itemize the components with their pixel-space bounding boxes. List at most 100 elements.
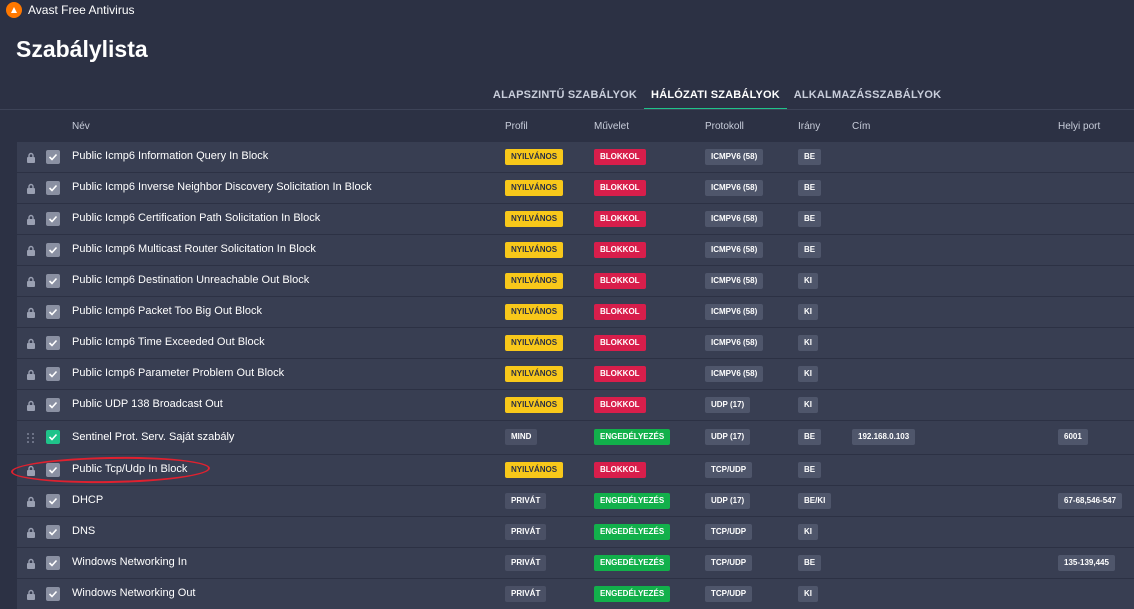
lock-icon	[25, 526, 37, 538]
table-row[interactable]: DNS PRIVÁT ENGEDÉLYEZÉS TCP/UDP KI	[17, 517, 1134, 547]
protocol-badge: ICMPV6 (58)	[705, 273, 764, 289]
rule-enabled-checkbox[interactable]	[46, 463, 60, 477]
tab-divider	[0, 109, 1134, 110]
rule-enabled-checkbox[interactable]	[46, 367, 60, 381]
profile-badge: PRIVÁT	[505, 586, 547, 602]
profile-badge: NYILVÁNOS	[505, 242, 564, 258]
profile-badge: PRIVÁT	[505, 555, 547, 571]
tab-basic-rules[interactable]: ALAPSZINTŰ SZABÁLYOK	[490, 82, 640, 110]
rule-name: Windows Networking Out	[72, 587, 196, 599]
rule-enabled-checkbox[interactable]	[46, 336, 60, 350]
column-header-action[interactable]: Művelet	[594, 121, 629, 132]
protocol-badge: ICMPV6 (58)	[705, 180, 764, 196]
action-badge: ENGEDÉLYEZÉS	[594, 586, 671, 602]
protocol-badge: UDP (17)	[705, 429, 751, 445]
rule-name: Public Icmp6 Multicast Router Solicitati…	[72, 243, 316, 255]
table-row[interactable]: Public Icmp6 Inverse Neighbor Discovery …	[17, 173, 1134, 203]
table-row[interactable]: Public Icmp6 Information Query In Block N…	[17, 142, 1134, 172]
table-row[interactable]: Public Icmp6 Destination Unreachable Out…	[17, 266, 1134, 296]
protocol-badge: TCP/UDP	[705, 555, 753, 571]
column-header-address[interactable]: Cím	[852, 121, 870, 132]
protocol-badge: ICMPV6 (58)	[705, 242, 764, 258]
protocol-badge: ICMPV6 (58)	[705, 366, 764, 382]
rule-enabled-checkbox[interactable]	[46, 243, 60, 257]
action-badge: BLOKKOL	[594, 304, 646, 320]
tab-bar: ALAPSZINTŰ SZABÁLYOK HÁLÓZATI SZABÁLYOK …	[0, 82, 1134, 110]
table-row[interactable]: Public Icmp6 Certification Path Solicita…	[17, 204, 1134, 234]
rule-enabled-checkbox[interactable]	[46, 525, 60, 539]
rule-enabled-checkbox[interactable]	[46, 587, 60, 601]
protocol-badge: ICMPV6 (58)	[705, 335, 764, 351]
profile-badge: PRIVÁT	[505, 524, 547, 540]
table-row[interactable]: DHCP PRIVÁT ENGEDÉLYEZÉS UDP (17) BE/KI 67-68…	[17, 486, 1134, 516]
table-row[interactable]: Sentinel Prot. Serv. Saját szabály MIND EN…	[17, 421, 1134, 454]
rule-name: Public Icmp6 Time Exceeded Out Block	[72, 336, 265, 348]
profile-badge: NYILVÁNOS	[505, 366, 564, 382]
lock-icon	[25, 337, 37, 349]
profile-badge: NYILVÁNOS	[505, 149, 564, 165]
lock-icon	[25, 275, 37, 287]
profile-badge: NYILVÁNOS	[505, 273, 564, 289]
direction-badge: BE	[798, 429, 822, 445]
action-badge: ENGEDÉLYEZÉS	[594, 524, 671, 540]
action-badge: BLOKKOL	[594, 273, 646, 289]
tab-application-rules[interactable]: ALKALMAZÁSSZABÁLYOK	[790, 82, 945, 110]
table-row[interactable]: Windows Networking Out PRIVÁT ENGEDÉLYEZÉS…	[17, 579, 1134, 609]
lock-icon	[25, 244, 37, 256]
action-badge: ENGEDÉLYEZÉS	[594, 493, 671, 509]
rule-name: Public Icmp6 Packet Too Big Out Block	[72, 305, 262, 317]
direction-badge: KI	[798, 304, 818, 320]
direction-badge: KI	[798, 524, 818, 540]
rule-enabled-checkbox[interactable]	[46, 305, 60, 319]
local-port-badge: 67-68,546-547	[1058, 493, 1123, 509]
column-header-direction[interactable]: Irány	[798, 121, 820, 132]
table-row[interactable]: Public UDP 138 Broadcast Out NYILVÁNOS BLO…	[17, 390, 1134, 420]
action-badge: BLOKKOL	[594, 180, 646, 196]
column-header-local-port[interactable]: Helyi port	[1058, 121, 1100, 132]
action-badge: BLOKKOL	[594, 366, 646, 382]
rule-enabled-checkbox[interactable]	[46, 150, 60, 164]
rule-name: Public Icmp6 Information Query In Block	[72, 150, 269, 162]
action-badge: BLOKKOL	[594, 397, 646, 413]
rule-enabled-checkbox[interactable]	[46, 181, 60, 195]
action-badge: BLOKKOL	[594, 335, 646, 351]
profile-badge: NYILVÁNOS	[505, 335, 564, 351]
table-row[interactable]: Windows Networking In PRIVÁT ENGEDÉLYEZÉS T…	[17, 548, 1134, 578]
app-title: Avast Free Antivirus	[28, 3, 135, 17]
lock-icon	[25, 213, 37, 225]
direction-badge: KI	[798, 366, 818, 382]
profile-badge: PRIVÁT	[505, 493, 547, 509]
rule-name: Public Icmp6 Inverse Neighbor Discovery …	[72, 181, 372, 193]
table-row[interactable]: Public Icmp6 Packet Too Big Out Block NYI…	[17, 297, 1134, 327]
lock-icon	[25, 557, 37, 569]
table-row[interactable]: Public Icmp6 Multicast Router Solicitati…	[17, 235, 1134, 265]
table-row[interactable]: Public Icmp6 Parameter Problem Out Block…	[17, 359, 1134, 389]
action-badge: BLOKKOL	[594, 149, 646, 165]
rule-enabled-checkbox[interactable]	[46, 556, 60, 570]
drag-handle-icon[interactable]	[25, 431, 37, 443]
protocol-badge: TCP/UDP	[705, 462, 753, 478]
protocol-badge: TCP/UDP	[705, 586, 753, 602]
rule-enabled-checkbox[interactable]	[46, 494, 60, 508]
direction-badge: BE	[798, 180, 822, 196]
table-row[interactable]: Public Tcp/Udp In Block NYILVÁNOS BLOKKOL T…	[17, 455, 1134, 485]
lock-icon	[25, 399, 37, 411]
direction-badge: BE/KI	[798, 493, 832, 509]
tab-network-rules[interactable]: HÁLÓZATI SZABÁLYOK	[644, 82, 787, 110]
profile-badge: NYILVÁNOS	[505, 397, 564, 413]
profile-badge: NYILVÁNOS	[505, 211, 564, 227]
protocol-badge: UDP (17)	[705, 397, 751, 413]
rules-table: Public Icmp6 Information Query In Block N…	[17, 142, 1134, 609]
rule-enabled-checkbox[interactable]	[46, 212, 60, 226]
protocol-badge: UDP (17)	[705, 493, 751, 509]
profile-badge: NYILVÁNOS	[505, 180, 564, 196]
column-header-profile[interactable]: Profil	[505, 121, 528, 132]
rule-enabled-checkbox[interactable]	[46, 430, 60, 444]
rule-enabled-checkbox[interactable]	[46, 398, 60, 412]
column-header-protocol[interactable]: Protokoll	[705, 121, 744, 132]
rule-enabled-checkbox[interactable]	[46, 274, 60, 288]
column-header-name[interactable]: Név	[72, 121, 90, 132]
table-row[interactable]: Public Icmp6 Time Exceeded Out Block NYIL…	[17, 328, 1134, 358]
address-badge: 192.168.0.103	[852, 429, 916, 445]
rule-name: Public UDP 138 Broadcast Out	[72, 398, 223, 410]
